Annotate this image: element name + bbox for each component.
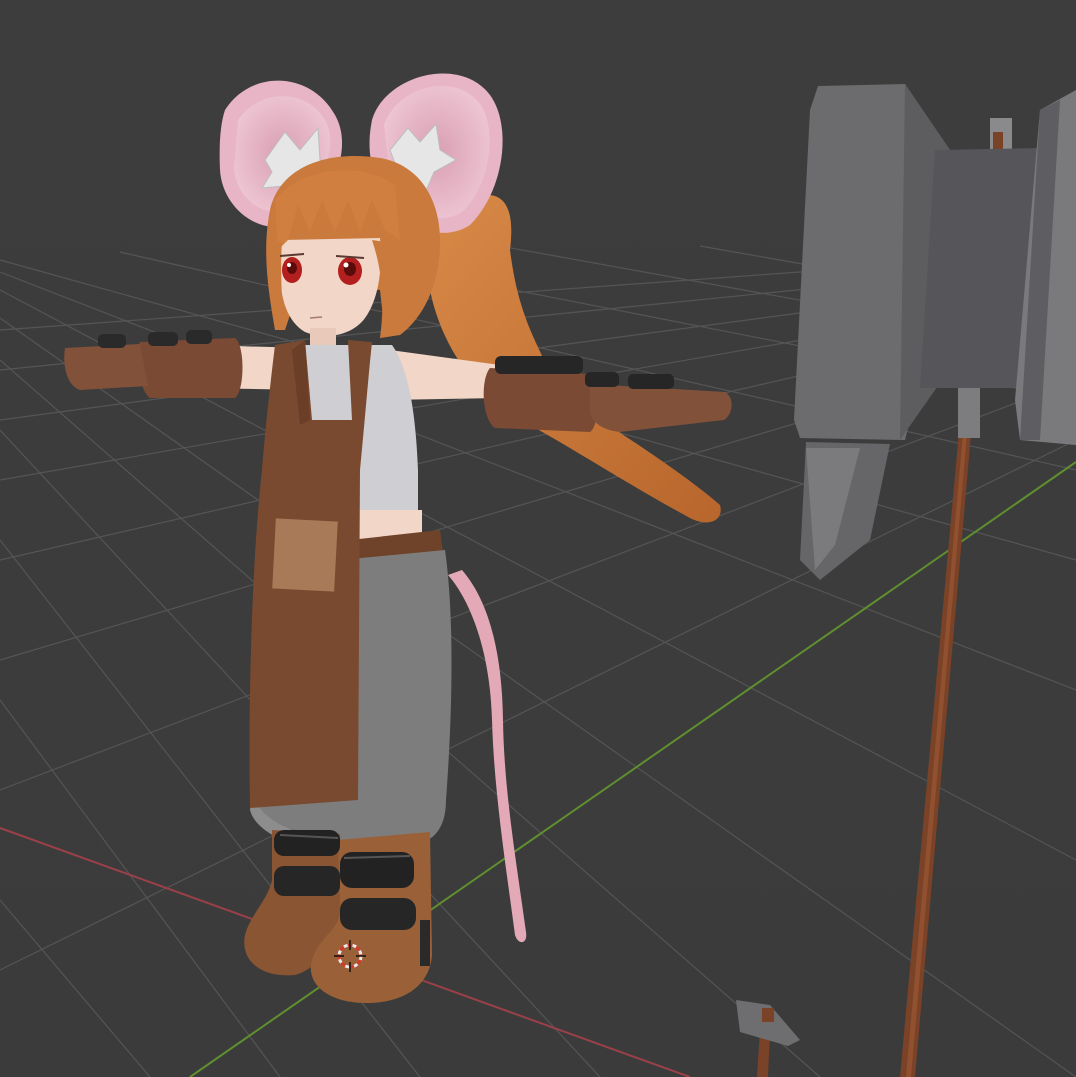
3d-viewport[interactable] [0,0,1076,1077]
apron-pocket [272,518,338,592]
